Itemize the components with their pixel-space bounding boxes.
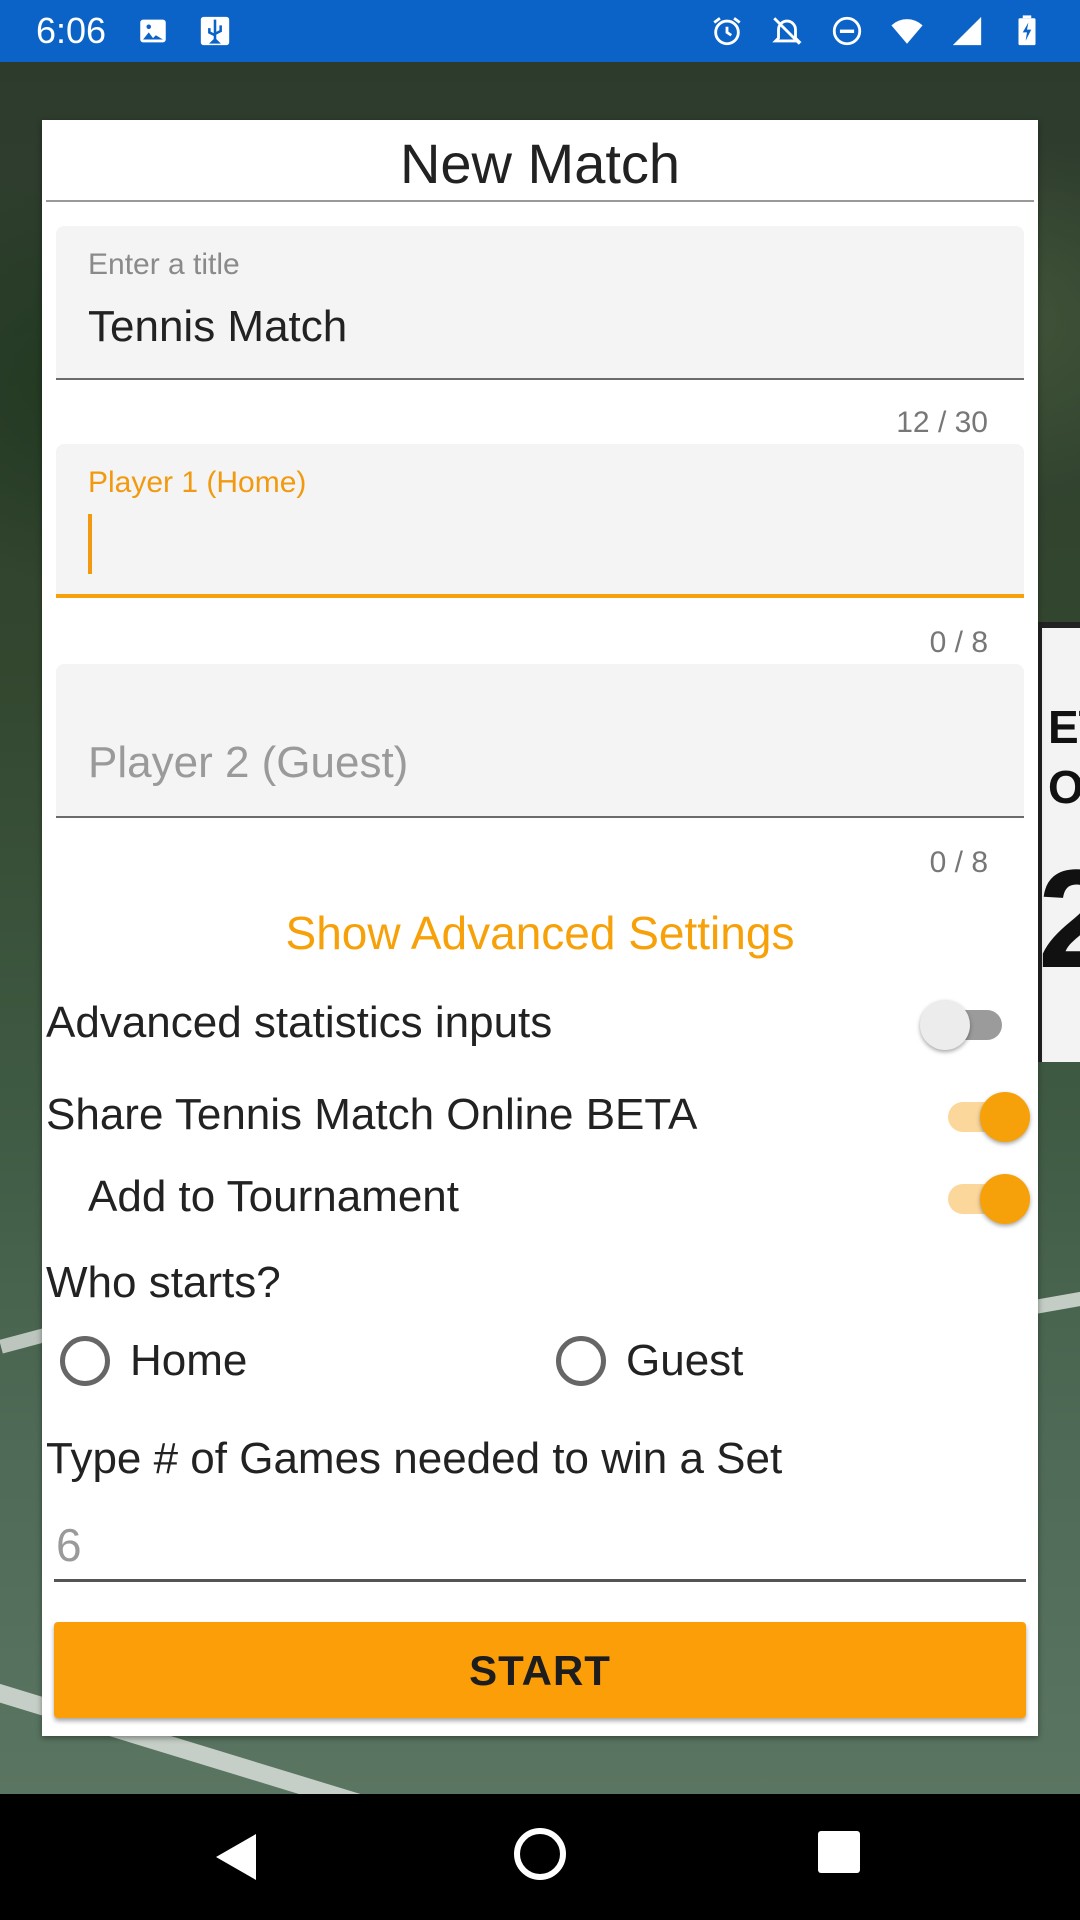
share-online-switch[interactable] — [942, 1084, 1032, 1144]
switch-thumb — [980, 1092, 1030, 1142]
radio-guest-label: Guest — [626, 1336, 744, 1385]
recents-icon[interactable] — [818, 1831, 860, 1873]
back-icon[interactable] — [214, 1832, 258, 1882]
field-underline — [56, 594, 1024, 598]
games-to-win-input[interactable]: 6 — [54, 1508, 1026, 1582]
advanced-statistics-switch[interactable] — [920, 992, 1010, 1052]
player1-field[interactable]: Player 1 (Home) — [56, 444, 1024, 598]
player1-char-counter: 0 / 8 — [929, 626, 988, 659]
radio-home-label: Home — [130, 1336, 248, 1385]
text-cursor — [88, 514, 92, 574]
usb-icon — [200, 16, 230, 46]
add-to-tournament-switch[interactable] — [942, 1166, 1032, 1226]
background-sign: ET O 2 — [1036, 622, 1080, 1062]
show-advanced-settings-link[interactable]: Show Advanced Settings — [42, 906, 1038, 960]
who-starts-label: Who starts? — [46, 1258, 281, 1307]
radio-circle — [556, 1336, 606, 1386]
sign-letters: ET — [1048, 701, 1080, 753]
games-to-win-label: Type # of Games needed to win a Set — [46, 1434, 783, 1483]
share-online-label: Share Tennis Match Online BETA — [46, 1090, 698, 1139]
player2-placeholder: Player 2 (Guest) — [88, 738, 409, 787]
status-time: 6:06 — [36, 10, 107, 51]
field-underline — [56, 378, 1024, 380]
radio-home[interactable]: Home — [60, 1336, 247, 1386]
radio-guest[interactable]: Guest — [556, 1336, 743, 1386]
navigation-bar — [0, 1794, 1080, 1920]
start-button[interactable]: START — [54, 1622, 1026, 1718]
player1-label: Player 1 (Home) — [88, 466, 307, 499]
alarm-icon — [713, 17, 741, 46]
player2-char-counter: 0 / 8 — [929, 846, 988, 879]
notifications-off-icon — [772, 17, 802, 45]
title-divider — [46, 200, 1034, 202]
wifi-icon — [891, 19, 923, 44]
cell-signal-icon — [952, 16, 982, 46]
do-not-disturb-icon — [832, 16, 862, 46]
match-title-field[interactable]: Enter a title Tennis Match — [56, 226, 1024, 380]
dialog-title: New Match — [399, 132, 681, 195]
battery-charging-icon — [1018, 15, 1036, 46]
sign-letters: O — [1048, 761, 1080, 813]
field-underline — [56, 816, 1024, 818]
switch-thumb — [980, 1174, 1030, 1224]
sign-letters: 2 — [1038, 840, 1080, 997]
player2-field[interactable]: Player 2 (Guest) — [56, 664, 1024, 818]
image-icon — [140, 19, 166, 43]
add-to-tournament-label: Add to Tournament — [88, 1172, 459, 1221]
radio-circle — [60, 1336, 110, 1386]
title-char-counter: 12 / 30 — [896, 406, 988, 439]
match-title-value: Tennis Match — [88, 302, 348, 351]
home-icon[interactable] — [514, 1828, 566, 1880]
advanced-statistics-label: Advanced statistics inputs — [46, 998, 553, 1047]
games-placeholder: 6 — [56, 1519, 82, 1571]
status-bar: 6:06 — [0, 0, 1080, 62]
switch-thumb — [920, 1000, 970, 1050]
match-title-label: Enter a title — [88, 248, 240, 281]
new-match-dialog: New Match Enter a title Tennis Match 12 … — [42, 120, 1038, 1736]
